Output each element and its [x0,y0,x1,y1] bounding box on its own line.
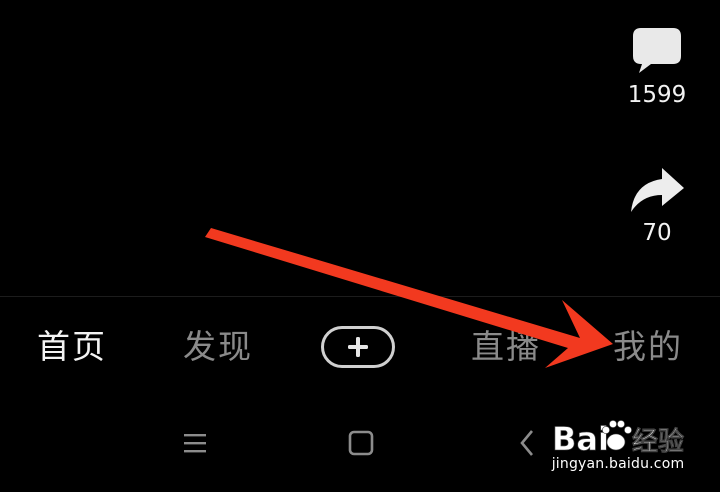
share-arrow-icon[interactable] [628,166,686,214]
app-screen: 1599 70 首页 发现 直播 我的 Bai 经验 jingyan.baidu… [0,0,720,492]
share-action[interactable]: 70 [607,166,707,246]
svg-text:经验: 经验 [632,426,684,457]
share-count: 70 [642,220,672,246]
watermark-url: jingyan.baidu.com [551,456,685,472]
tab-home[interactable]: 首页 [37,325,107,369]
tab-discover[interactable]: 发现 [183,325,253,369]
create-button[interactable] [321,326,395,368]
plus-icon [348,337,368,357]
back-chevron-icon[interactable] [518,428,538,458]
tab-live[interactable]: 直播 [471,325,541,369]
comment-action[interactable]: 1599 [607,26,707,108]
tab-me[interactable]: 我的 [613,325,683,369]
comment-bubble-icon[interactable] [631,26,683,76]
home-square-icon[interactable] [348,428,376,458]
menu-lines-icon[interactable] [183,428,209,458]
bottom-tab-bar: 首页 发现 直播 我的 [0,296,720,403]
comment-count: 1599 [627,82,687,108]
svg-text:Bai: Bai [552,420,609,458]
